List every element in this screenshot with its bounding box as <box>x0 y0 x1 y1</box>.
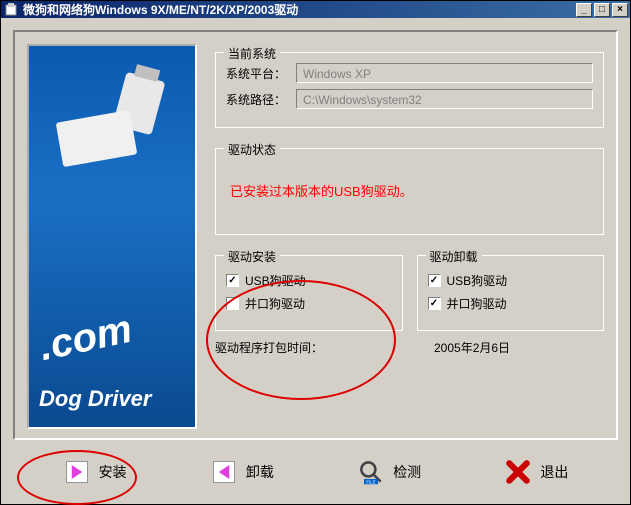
exit-button-label: 退出 <box>540 462 568 482</box>
install-group: 驱动安装 USB狗驱动 并口狗驱动 <box>215 255 403 331</box>
svg-text:FILE: FILE <box>367 479 376 484</box>
detect-button[interactable]: FILE 检测 <box>345 452 433 492</box>
uninstall-icon <box>210 458 238 486</box>
com-text: .com <box>35 307 136 370</box>
uninstall-button[interactable]: 卸载 <box>198 452 286 492</box>
install-icon <box>63 458 91 486</box>
status-message: 已安装过本版本的USB狗驱动。 <box>226 159 593 222</box>
dongle-illustration <box>59 76 169 176</box>
uninstall-parallel-label: 并口狗驱动 <box>447 295 507 312</box>
uninstall-usb-label: USB狗驱动 <box>447 272 508 289</box>
minimize-button[interactable]: _ <box>576 3 592 17</box>
driver-status-group: 驱动状态 已安装过本版本的USB狗驱动。 <box>215 148 604 235</box>
install-button[interactable]: 安装 <box>51 452 139 492</box>
package-date-label: 驱动程序打包时间： <box>215 339 434 356</box>
install-parallel-label: 并口狗驱动 <box>245 295 305 312</box>
detect-button-label: 检测 <box>393 462 421 482</box>
right-panel: 当前系统 系统平台： Windows XP 系统路径： C:\Windows\s… <box>215 44 604 426</box>
install-usb-label: USB狗驱动 <box>245 272 306 289</box>
window-controls: _ □ × <box>576 3 628 17</box>
path-label: 系统路径： <box>226 91 296 108</box>
uninstall-group: 驱动卸载 USB狗驱动 并口狗驱动 <box>417 255 605 331</box>
brand-text: Dog Driver <box>39 386 151 412</box>
app-window: 微狗和网络狗Windows 9X/ME/NT/2K/XP/2003驱动 _ □ … <box>0 0 631 505</box>
install-parallel-checkbox[interactable] <box>226 297 239 310</box>
parallel-dongle-icon <box>56 110 138 167</box>
uninstall-legend: 驱动卸载 <box>426 248 482 265</box>
titlebar: 微狗和网络狗Windows 9X/ME/NT/2K/XP/2003驱动 _ □ … <box>1 1 630 18</box>
uninstall-parallel-checkbox[interactable] <box>428 297 441 310</box>
path-value: C:\Windows\system32 <box>296 89 593 109</box>
package-date-row: 驱动程序打包时间： 2005年2月6日 <box>215 339 604 356</box>
driver-status-legend: 驱动状态 <box>224 141 280 158</box>
maximize-button[interactable]: □ <box>594 3 610 17</box>
uninstall-button-label: 卸载 <box>246 462 274 482</box>
uninstall-usb-row[interactable]: USB狗驱动 <box>428 272 594 289</box>
exit-icon <box>504 458 532 486</box>
sidebar-image: .com Dog Driver <box>27 44 197 429</box>
path-row: 系统路径： C:\Windows\system32 <box>226 89 593 109</box>
button-bar: 安装 卸载 FILE 检测 退出 <box>13 440 618 492</box>
content-area: .com Dog Driver 当前系统 系统平台： Windows XP 系统… <box>1 18 630 504</box>
main-panel: .com Dog Driver 当前系统 系统平台： Windows XP 系统… <box>13 30 618 440</box>
platform-value: Windows XP <box>296 63 593 83</box>
app-icon <box>3 2 19 18</box>
close-button[interactable]: × <box>612 3 628 17</box>
detect-icon: FILE <box>357 458 385 486</box>
system-info-legend: 当前系统 <box>224 45 280 62</box>
platform-row: 系统平台： Windows XP <box>226 63 593 83</box>
install-uninstall-row: 驱动安装 USB狗驱动 并口狗驱动 驱动卸载 <box>215 247 604 331</box>
install-usb-row[interactable]: USB狗驱动 <box>226 272 392 289</box>
package-date-value: 2005年2月6日 <box>434 339 604 356</box>
install-button-label: 安装 <box>99 462 127 482</box>
platform-label: 系统平台： <box>226 65 296 82</box>
install-usb-checkbox[interactable] <box>226 274 239 287</box>
uninstall-parallel-row[interactable]: 并口狗驱动 <box>428 295 594 312</box>
exit-button[interactable]: 退出 <box>492 452 580 492</box>
uninstall-usb-checkbox[interactable] <box>428 274 441 287</box>
install-parallel-row[interactable]: 并口狗驱动 <box>226 295 392 312</box>
system-info-group: 当前系统 系统平台： Windows XP 系统路径： C:\Windows\s… <box>215 52 604 128</box>
window-title: 微狗和网络狗Windows 9X/ME/NT/2K/XP/2003驱动 <box>23 1 576 18</box>
install-legend: 驱动安装 <box>224 248 280 265</box>
